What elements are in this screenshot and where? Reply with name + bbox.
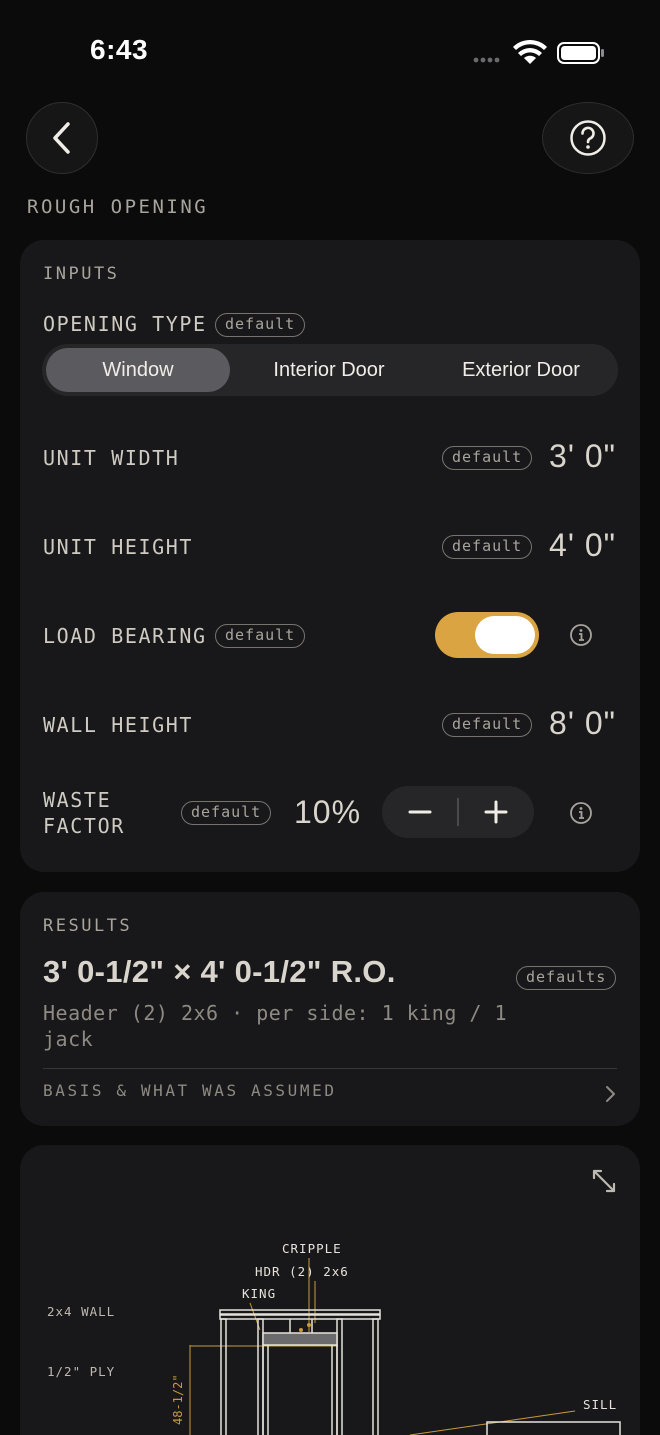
decrement-button[interactable] [382,786,458,838]
help-button[interactable] [542,102,634,174]
unit-width-label: UNIT WIDTH [43,446,180,470]
results-defaults-badge: defaults [516,966,617,990]
wall-height-value[interactable]: 8' 0" [549,705,616,742]
rough-opening-result: 3' 0-1/2" × 4' 0-1/2" R.O. [43,954,396,989]
results-card: RESULTS 3' 0-1/2" × 4' 0-1/2" R.O. defau… [20,892,640,1126]
waste-factor-stepper [382,786,534,838]
unit-height-value[interactable]: 4' 0" [549,527,616,564]
sill-label: SILL [583,1397,617,1412]
chevron-left-icon [53,122,70,154]
results-section-label: RESULTS [43,916,133,936]
waste-factor-default-badge: default [181,801,272,825]
segment-window[interactable]: Window [46,348,230,392]
unit-height-label: UNIT HEIGHT [43,535,194,559]
unit-width-default-badge: default [442,446,533,470]
framing-summary: Header (2) 2x6 · per side: 1 king / 1 ja… [43,1001,508,1051]
unit-height-default-badge: default [442,535,533,559]
inputs-section-label: INPUTS [43,264,120,284]
segment-exterior-door[interactable]: Exterior Door [428,348,614,392]
question-circle-icon [570,120,606,156]
waste-factor-label-line2: FACTOR [43,814,125,838]
waste-factor-value: 10% [294,794,362,830]
rough-opening-height-dimension: 48-1/2" [171,1374,185,1425]
basis-link-label: BASIS & WHAT WAS ASSUMED [43,1081,337,1100]
inputs-card: INPUTS OPENING TYPE default Window Inter… [20,240,640,872]
load-bearing-info-icon[interactable] [569,623,593,647]
status-icons [473,39,604,64]
segment-interior-door[interactable]: Interior Door [234,348,424,392]
wall-label: 2x4 WALL [47,1304,115,1319]
ply-label: 1/2" PLY [47,1364,115,1379]
toggle-knob [475,616,535,654]
waste-factor-info-icon[interactable] [569,801,593,825]
opening-type-default-badge: default [215,313,306,337]
plus-icon [484,800,508,824]
king-label: KING [242,1286,276,1301]
header-label: HDR (2) 2x6 [255,1264,349,1279]
battery-icon [557,42,604,64]
chevron-right-icon [606,1086,615,1102]
opening-type-segmented-control: Window Interior Door Exterior Door [42,344,618,396]
load-bearing-label: LOAD BEARING [43,624,207,648]
wall-framing [219,1309,621,1435]
framing-diagram-card: CRIPPLE HDR (2) 2x6 KING 2x4 WALL 1/2" P… [20,1145,640,1435]
wall-height-default-badge: default [442,713,533,737]
wall-height-label: WALL HEIGHT [43,713,194,737]
load-bearing-toggle[interactable] [435,612,539,658]
page-title: ROUGH OPENING [27,196,209,218]
opening-type-label: OPENING TYPE [43,312,207,336]
cellular-signal-icon [473,57,500,63]
back-button[interactable] [26,102,98,174]
framing-diagram: CRIPPLE HDR (2) 2x6 KING 2x4 WALL 1/2" P… [47,1241,621,1435]
minus-icon [408,810,432,814]
status-bar: 6:43 [0,0,660,100]
waste-factor-label-line1: WASTE [43,788,112,812]
wifi-icon [513,39,547,64]
cripple-label: CRIPPLE [282,1241,342,1256]
load-bearing-default-badge: default [215,624,306,648]
status-time: 6:43 [90,34,149,65]
increment-button[interactable] [458,786,534,838]
basis-assumptions-link[interactable]: BASIS & WHAT WAS ASSUMED [20,1069,640,1119]
leader-lines [189,1258,576,1435]
unit-width-value[interactable]: 3' 0" [549,438,616,475]
